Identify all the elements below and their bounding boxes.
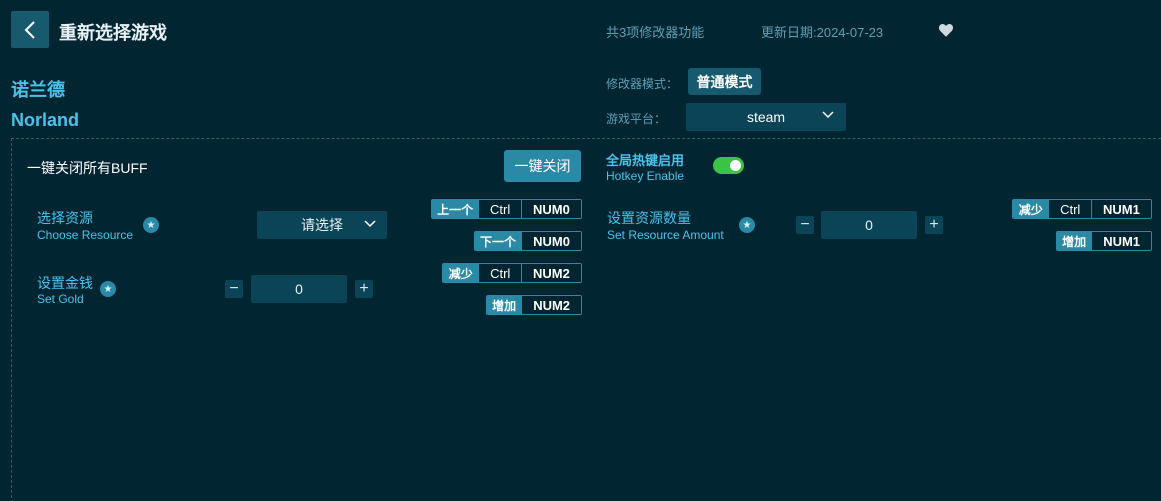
resource-amount-decrease-button[interactable]: −	[796, 216, 814, 234]
toggle-knob	[730, 160, 741, 171]
close-all-buff-button[interactable]: 一键关闭	[504, 150, 581, 182]
page-title: 重新选择游戏	[59, 23, 167, 43]
favorite-button[interactable]	[937, 21, 955, 39]
hotkey-key: Ctrl	[478, 200, 521, 218]
gold-input[interactable]: 0	[251, 275, 347, 303]
set-gold-label-en: Set Gold	[37, 292, 84, 306]
hotkey-key: Ctrl	[478, 264, 521, 282]
hotkey-key: NUM0	[521, 232, 581, 250]
hotkey-prev-resource[interactable]: 上一个 Ctrl NUM0	[431, 199, 582, 219]
hotkey-toggle[interactable]	[713, 157, 744, 174]
hotkey-action: 增加	[487, 296, 522, 314]
star-icon[interactable]: ★	[100, 281, 116, 297]
hotkey-key: NUM2	[521, 296, 581, 314]
hotkey-next-resource[interactable]: 下一个 NUM0	[474, 231, 582, 251]
hotkey-key: Ctrl	[1048, 200, 1091, 218]
hotkey-gold-decrease[interactable]: 减少 Ctrl NUM2	[442, 263, 582, 283]
hotkey-key: NUM0	[520, 200, 581, 218]
heart-icon	[938, 23, 954, 37]
hotkey-action: 下一个	[475, 232, 522, 250]
gold-increase-button[interactable]: +	[355, 280, 373, 298]
hotkey-key: NUM2	[520, 264, 581, 282]
choose-resource-label-en: Choose Resource	[37, 228, 134, 242]
star-icon[interactable]: ★	[143, 217, 159, 233]
platform-select[interactable]: steam	[686, 103, 846, 131]
mode-button[interactable]: 普通模式	[688, 68, 761, 95]
feature-count: 共3项修改器功能	[606, 25, 705, 40]
hotkey-label-en: Hotkey Enable	[606, 169, 685, 183]
update-date: 更新日期:2024-07-23	[761, 25, 884, 40]
chevron-left-icon	[24, 20, 35, 39]
platform-value: steam	[746, 109, 786, 125]
game-name-en: Norland	[11, 110, 80, 130]
hotkey-action: 减少	[443, 264, 479, 282]
select-placeholder: 请选择	[301, 217, 343, 233]
resource-amount-increase-button[interactable]: +	[925, 216, 943, 234]
chevron-down-icon	[822, 111, 834, 119]
hotkey-resource-increase[interactable]: 增加 NUM1	[1056, 231, 1152, 251]
hotkey-action: 减少	[1013, 200, 1049, 218]
hotkey-label-cn: 全局热键启用	[606, 153, 685, 168]
hotkey-resource-decrease[interactable]: 减少 Ctrl NUM1	[1012, 199, 1152, 219]
mode-label: 修改器模式：	[606, 77, 679, 91]
choose-resource-select[interactable]: 请选择	[257, 211, 387, 239]
gold-decrease-button[interactable]: −	[225, 280, 243, 298]
resource-amount-input[interactable]: 0	[821, 211, 917, 239]
set-resource-amount-label-cn: 设置资源数量	[607, 210, 691, 226]
back-button[interactable]	[11, 11, 49, 48]
chevron-down-icon	[364, 220, 376, 228]
hotkey-action: 增加	[1057, 232, 1092, 250]
options-panel	[11, 138, 1161, 501]
set-gold-label-cn: 设置金钱	[37, 275, 93, 291]
platform-label: 游戏平台：	[606, 112, 667, 126]
hotkey-action: 上一个	[432, 200, 479, 218]
hotkey-key: NUM1	[1091, 232, 1151, 250]
game-name-cn: 诺兰德	[11, 80, 65, 100]
set-resource-amount-label-en: Set Resource Amount	[607, 228, 724, 242]
hotkey-key: NUM1	[1090, 200, 1151, 218]
choose-resource-label-cn: 选择资源	[37, 210, 93, 226]
hotkey-gold-increase[interactable]: 增加 NUM2	[486, 295, 582, 315]
star-icon[interactable]: ★	[739, 217, 755, 233]
buff-label: 一键关闭所有BUFF	[27, 160, 148, 176]
